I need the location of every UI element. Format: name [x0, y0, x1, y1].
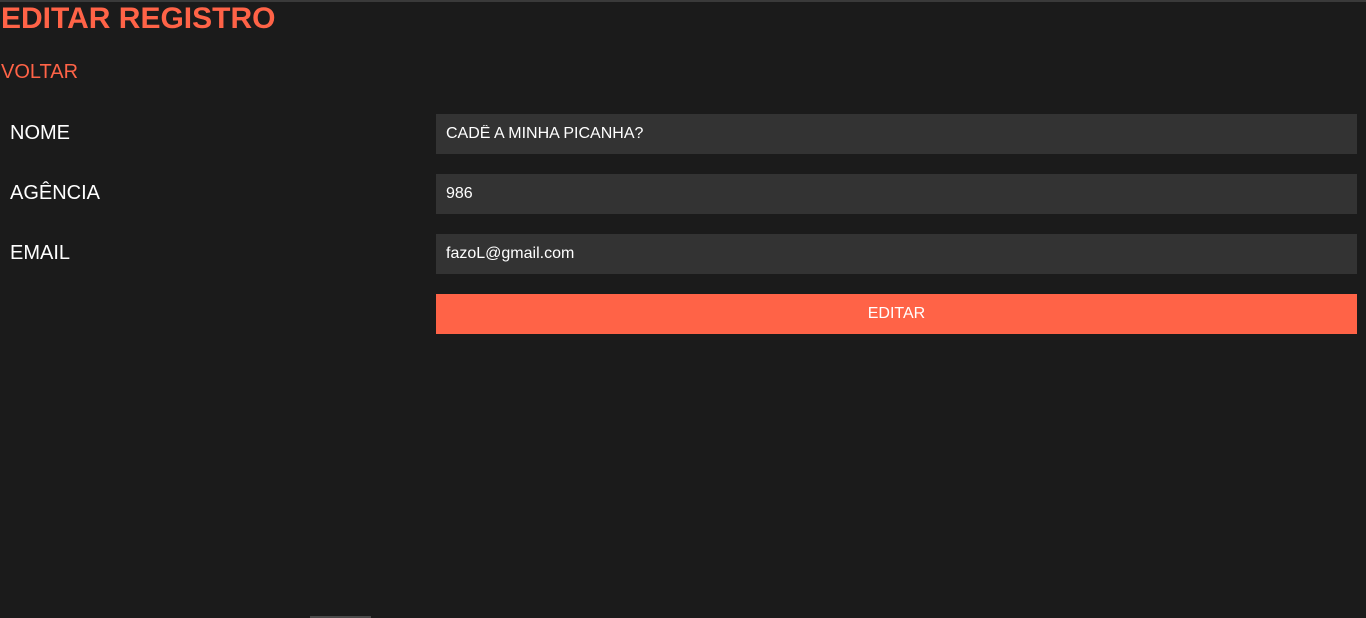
name-label: NOME: [10, 122, 70, 144]
page-title: EDITAR REGISTRO: [1, 2, 276, 35]
email-label: EMAIL: [10, 242, 71, 264]
agency-label: AGÊNCIA: [10, 182, 101, 204]
agency-input[interactable]: [436, 174, 1357, 214]
name-input[interactable]: [436, 114, 1357, 154]
edit-button[interactable]: EDITAR: [436, 294, 1357, 334]
back-link[interactable]: VOLTAR: [1, 61, 78, 83]
email-input[interactable]: [436, 234, 1357, 274]
